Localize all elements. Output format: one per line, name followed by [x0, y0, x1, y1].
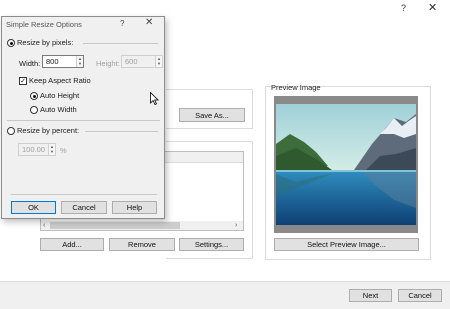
add-button[interactable]: Add...: [40, 238, 104, 251]
wizard-cancel-button[interactable]: Cancel: [398, 289, 442, 302]
select-preview-image-button[interactable]: Select Preview Image...: [274, 238, 419, 251]
percent-value: 100.00: [22, 145, 45, 154]
pixels-separator: [83, 43, 158, 44]
wizard-help-button[interactable]: ?: [401, 3, 406, 13]
height-value: 600: [125, 57, 138, 66]
height-input[interactable]: 600 ▲ ▼: [121, 55, 163, 68]
percent-separator: [85, 131, 158, 132]
mouse-cursor-icon: [150, 92, 159, 105]
ok-button[interactable]: OK: [11, 201, 56, 214]
width-input[interactable]: 800 ▲ ▼: [42, 55, 84, 68]
dialog-help-icon[interactable]: ?: [120, 19, 124, 28]
resize-by-percent-label: Resize by percent:: [17, 126, 80, 135]
scroll-left-icon[interactable]: ‹: [43, 221, 45, 230]
width-value: 800: [46, 57, 59, 66]
resize-by-pixels-radio[interactable]: [7, 39, 15, 47]
dialog-cancel-button[interactable]: Cancel: [61, 201, 107, 214]
percent-input[interactable]: 100.00 ▲ ▼: [18, 143, 56, 156]
keep-aspect-ratio-label: Keep Aspect Ratio: [29, 76, 91, 85]
scrollbar-thumb[interactable]: [50, 222, 180, 229]
simple-resize-options-dialog: Simple Resize Options ? ✕ Resize by pixe…: [1, 16, 165, 219]
next-button[interactable]: Next: [349, 289, 392, 302]
height-label: Height:: [96, 59, 120, 68]
preview-image-frame: [274, 96, 418, 233]
save-as-button[interactable]: Save As...: [179, 108, 245, 122]
horizontal-scrollbar[interactable]: ‹ ›: [41, 221, 243, 230]
percent-unit-label: %: [60, 146, 67, 155]
help-button[interactable]: Help: [112, 201, 157, 214]
width-stepper[interactable]: ▲ ▼: [76, 56, 83, 67]
keep-aspect-ratio-checkbox[interactable]: ✓: [19, 77, 27, 85]
auto-height-label: Auto Height: [40, 91, 80, 100]
auto-width-radio[interactable]: [30, 106, 38, 114]
height-stepper[interactable]: ▲ ▼: [155, 56, 162, 67]
remove-button[interactable]: Remove: [109, 238, 175, 251]
section-separator: [7, 120, 160, 121]
wizard-close-icon[interactable]: ✕: [428, 1, 437, 14]
auto-height-radio[interactable]: [30, 92, 38, 100]
scroll-right-icon[interactable]: ›: [235, 221, 237, 230]
auto-width-label: Auto Width: [40, 105, 77, 114]
percent-stepper[interactable]: ▲ ▼: [48, 144, 55, 155]
dialog-title: Simple Resize Options: [6, 20, 82, 29]
footer-separator: [11, 194, 157, 195]
settings-button[interactable]: Settings...: [179, 238, 244, 251]
resize-by-percent-radio[interactable]: [7, 127, 15, 135]
preview-image: [276, 104, 416, 225]
width-label: Width:: [19, 59, 41, 68]
resize-by-pixels-label: Resize by pixels:: [17, 38, 74, 47]
preview-image-label: Preview Image: [271, 83, 321, 92]
dialog-close-icon[interactable]: ✕: [145, 17, 153, 28]
